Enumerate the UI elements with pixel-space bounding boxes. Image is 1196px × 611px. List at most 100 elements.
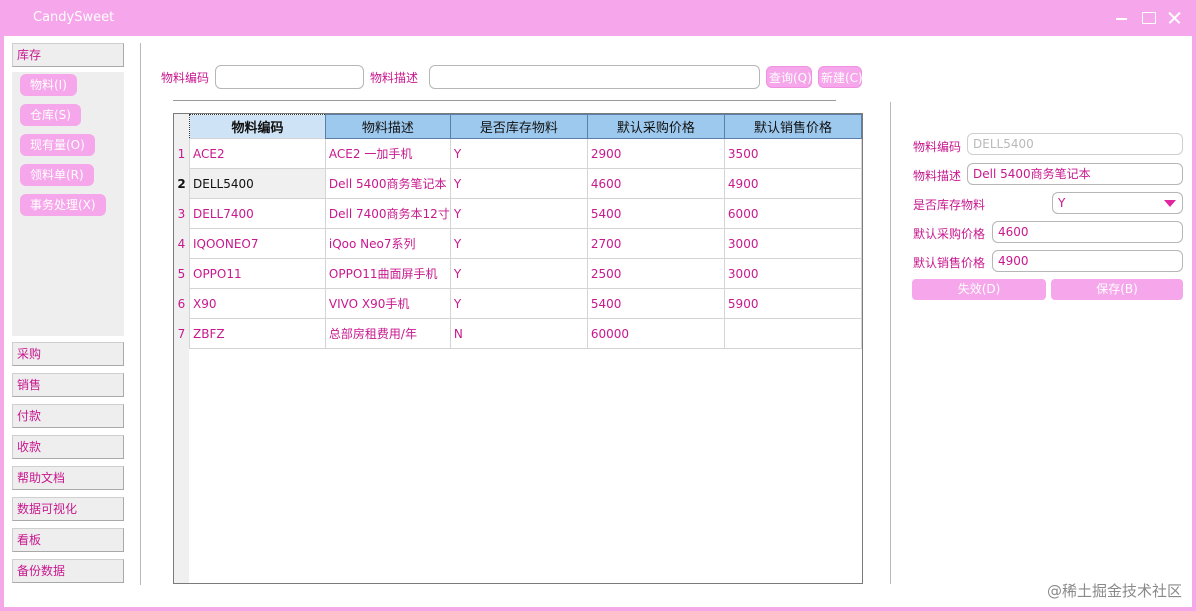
cell-desc[interactable]: Dell 7400商务本12寸 — [324, 198, 451, 229]
inventory-subpanel: 物料(I) 仓库(S) 现有量(O) 领料单(R) 事务处理(X) — [12, 72, 124, 336]
watermark: @稀土掘金技术社区 — [1046, 582, 1182, 600]
cell-code[interactable]: ZBFZ — [189, 318, 326, 349]
cell-sell-price[interactable]: 3000 — [723, 228, 862, 259]
cell-sell-price[interactable]: 3000 — [723, 258, 862, 289]
minimize-icon[interactable] — [1111, 8, 1133, 28]
nav-backup-button[interactable]: 备份数据 — [12, 559, 124, 583]
nav-dashboard-button[interactable]: 看板 — [12, 528, 124, 552]
new-button[interactable]: 新建(C) — [818, 66, 863, 88]
window-title: CandySweet — [33, 10, 115, 25]
cell-sell-price[interactable]: 4900 — [723, 168, 862, 199]
table-row[interactable]: ACE2 ACE2 一加手机 Y 2900 3500 — [189, 138, 862, 169]
row-number[interactable]: 3 — [174, 199, 189, 229]
cell-stock[interactable]: Y — [449, 198, 588, 229]
row-number[interactable]: 7 — [174, 319, 189, 349]
nav-receipt-button[interactable]: 收款 — [12, 435, 124, 459]
cell-code[interactable]: DELL7400 — [189, 198, 326, 229]
column-header-buy-price[interactable]: 默认采购价格 — [586, 114, 725, 139]
row-number[interactable]: 1 — [174, 139, 189, 169]
title-bar: CandySweet — [0, 0, 1196, 36]
nav-item-onhand[interactable]: 现有量(O) — [20, 134, 95, 156]
cell-buy-price[interactable]: 2900 — [586, 138, 725, 169]
table-row-selected[interactable]: DELL5400 Dell 5400商务笔记本 Y 4600 4900 — [189, 168, 862, 199]
disable-button[interactable]: 失效(D) — [912, 279, 1046, 300]
detail-buy-field[interactable]: 4600 — [992, 221, 1183, 243]
cell-buy-price[interactable]: 4600 — [586, 168, 725, 199]
cell-sell-price[interactable]: 5900 — [723, 288, 862, 319]
table-row[interactable]: X90 VIVO X90手机 Y 5400 5900 — [189, 288, 862, 319]
cell-code[interactable]: DELL5400 — [189, 168, 326, 199]
nav-item-material[interactable]: 物料(I) — [20, 74, 77, 96]
cell-desc[interactable]: VIVO X90手机 — [324, 288, 451, 319]
search-code-input[interactable] — [215, 65, 364, 89]
detail-stock-label: 是否库存物料 — [913, 198, 986, 212]
table-header-row: 物料编码 物料描述 是否库存物料 默认采购价格 默认销售价格 — [189, 114, 862, 139]
cell-stock[interactable]: Y — [449, 258, 588, 289]
table-row[interactable]: IQOONEO7 iQoo Neo7系列 Y 2700 3000 — [189, 228, 862, 259]
search-desc-label: 物料描述 — [370, 71, 419, 85]
column-header-code[interactable]: 物料编码 — [189, 114, 326, 139]
row-number[interactable]: 6 — [174, 289, 189, 319]
search-desc-input[interactable] — [429, 65, 760, 89]
cell-buy-price[interactable]: 5400 — [586, 288, 725, 319]
detail-code-field: DELL5400 — [967, 133, 1183, 155]
row-number[interactable]: 4 — [174, 229, 189, 259]
detail-desc-label: 物料描述 — [913, 169, 962, 183]
nav-sales-button[interactable]: 销售 — [12, 373, 124, 397]
cell-buy-price[interactable]: 2500 — [586, 258, 725, 289]
nav-help-button[interactable]: 帮助文档 — [12, 466, 124, 490]
detail-sell-label: 默认销售价格 — [913, 256, 986, 270]
nav-inventory-button[interactable]: 库存 — [12, 43, 124, 67]
cell-code[interactable]: OPPO11 — [189, 258, 326, 289]
cell-stock[interactable]: N — [449, 318, 588, 349]
cell-desc[interactable]: ACE2 一加手机 — [324, 138, 451, 169]
cell-desc[interactable]: OPPO11曲面屏手机 — [324, 258, 451, 289]
row-header-column: 1 2 3 4 5 6 7 — [174, 114, 189, 583]
cell-stock[interactable]: Y — [449, 228, 588, 259]
chevron-down-icon[interactable] — [1164, 200, 1176, 207]
nav-visualization-button[interactable]: 数据可视化 — [12, 497, 124, 521]
table-row[interactable]: ZBFZ 总部房租费用/年 N 60000 — [189, 318, 862, 349]
column-header-desc[interactable]: 物料描述 — [324, 114, 451, 139]
cell-stock[interactable]: Y — [449, 138, 588, 169]
nav-item-warehouse[interactable]: 仓库(S) — [20, 104, 81, 126]
detail-stock-value: Y — [1058, 196, 1066, 210]
cell-sell-price[interactable]: 3500 — [723, 138, 862, 169]
cell-desc[interactable]: Dell 5400商务笔记本 — [324, 168, 451, 199]
detail-divider — [890, 102, 891, 584]
cell-buy-price[interactable]: 2700 — [586, 228, 725, 259]
cell-stock[interactable]: Y — [449, 288, 588, 319]
cell-buy-price[interactable]: 5400 — [586, 198, 725, 229]
table-row[interactable]: DELL7400 Dell 7400商务本12寸 Y 5400 6000 — [189, 198, 862, 229]
cell-sell-price[interactable]: 6000 — [723, 198, 862, 229]
nav-purchase-button[interactable]: 采购 — [12, 342, 124, 366]
save-button[interactable]: 保存(B) — [1051, 279, 1183, 300]
cell-buy-price[interactable]: 60000 — [586, 318, 725, 349]
cell-stock[interactable]: Y — [449, 168, 588, 199]
table-empty-area — [189, 349, 862, 583]
close-icon[interactable] — [1164, 8, 1186, 28]
nav-item-transactions[interactable]: 事务处理(X) — [20, 194, 106, 216]
column-header-stock[interactable]: 是否库存物料 — [449, 114, 588, 139]
cell-sell-price[interactable] — [723, 318, 862, 349]
nav-payment-button[interactable]: 付款 — [12, 404, 124, 428]
search-code-label: 物料编码 — [161, 71, 210, 85]
main-window: 库存 物料(I) 仓库(S) 现有量(O) 领料单(R) 事务处理(X) 采购 … — [4, 36, 1192, 607]
material-grid: 物料编码 物料描述 是否库存物料 默认采购价格 默认销售价格 ACE2 ACE2… — [189, 114, 862, 349]
row-number[interactable]: 5 — [174, 259, 189, 289]
cell-code[interactable]: IQOONEO7 — [189, 228, 326, 259]
cell-code[interactable]: ACE2 — [189, 138, 326, 169]
column-header-sell-price[interactable]: 默认销售价格 — [723, 114, 862, 139]
query-button[interactable]: 查询(Q) — [766, 66, 812, 88]
nav-item-requisition[interactable]: 领料单(R) — [20, 164, 94, 186]
cell-desc[interactable]: 总部房租费用/年 — [324, 318, 451, 349]
detail-desc-field[interactable]: Dell 5400商务笔记本 — [967, 163, 1183, 185]
detail-stock-select[interactable]: Y — [1052, 192, 1183, 214]
table-row[interactable]: OPPO11 OPPO11曲面屏手机 Y 2500 3000 — [189, 258, 862, 289]
cell-code[interactable]: X90 — [189, 288, 326, 319]
detail-sell-field[interactable]: 4900 — [992, 250, 1183, 272]
maximize-icon[interactable] — [1138, 8, 1160, 28]
row-number[interactable]: 2 — [174, 169, 189, 199]
detail-code-label: 物料编码 — [913, 140, 962, 154]
cell-desc[interactable]: iQoo Neo7系列 — [324, 228, 451, 259]
